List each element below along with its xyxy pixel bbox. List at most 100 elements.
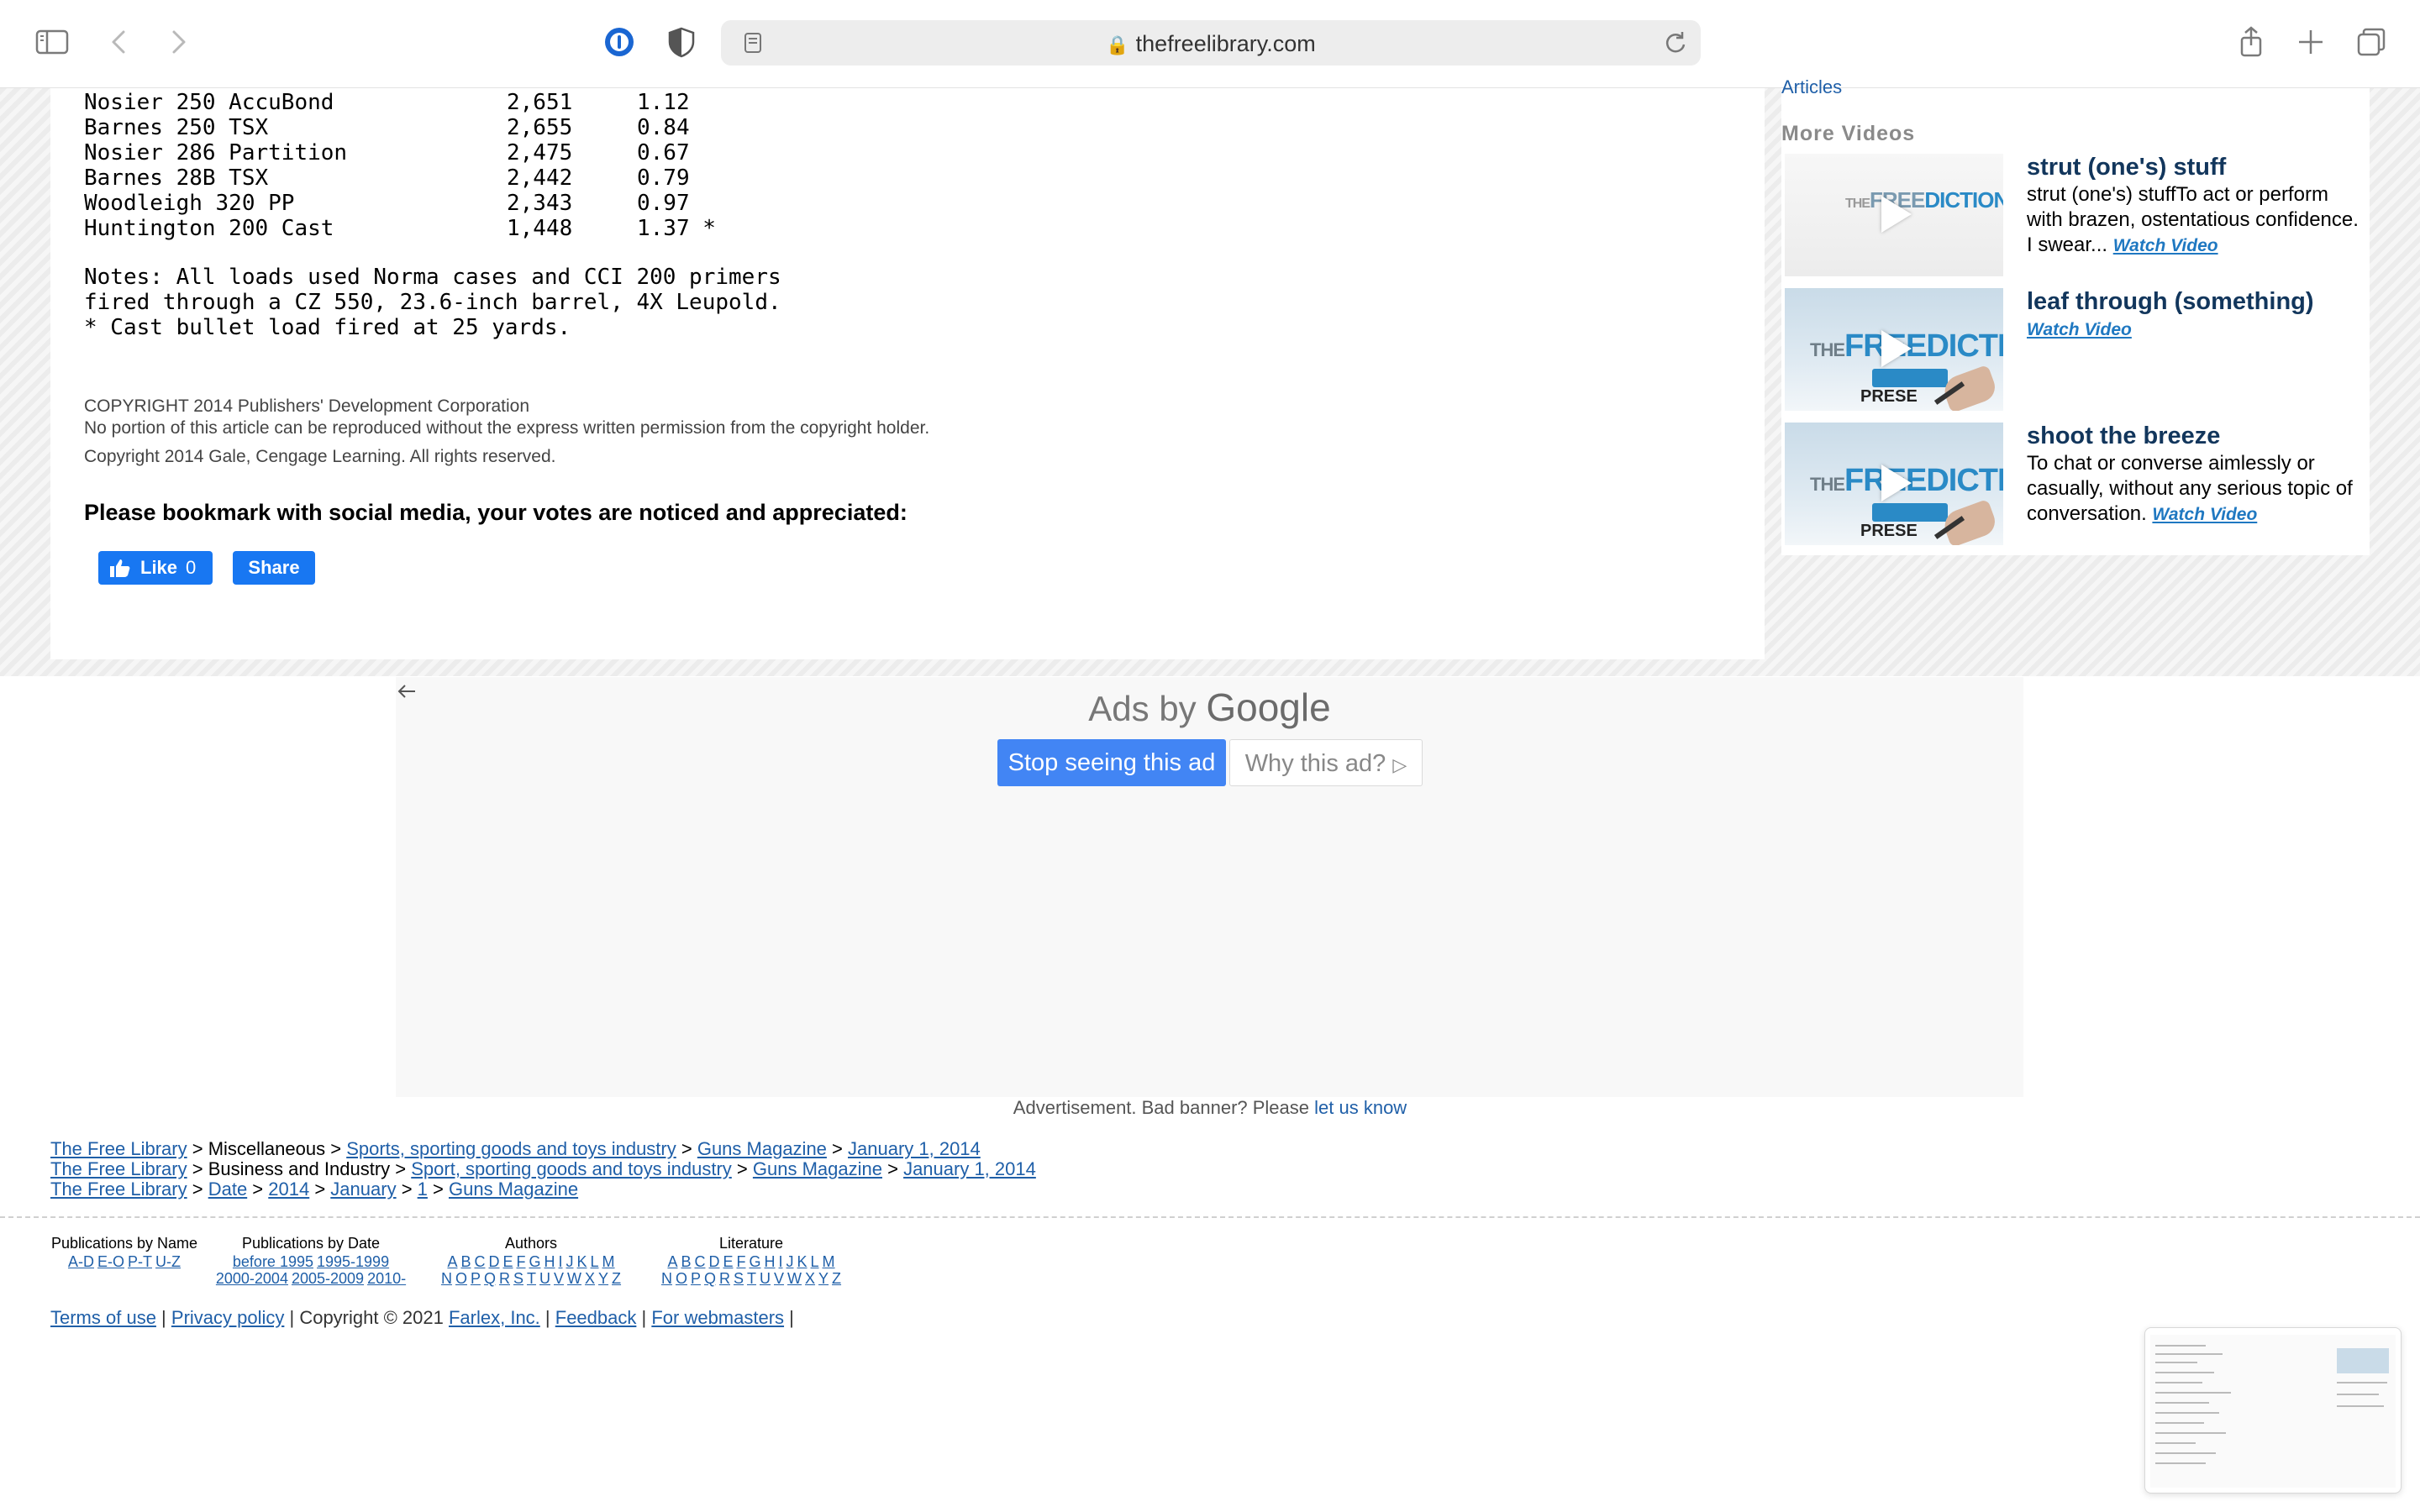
footer-letter-link[interactable]: H	[765, 1253, 776, 1270]
footer-index-link[interactable]: P-T	[128, 1253, 152, 1270]
footer-letter-link[interactable]: D	[708, 1253, 719, 1270]
terms-of-use-link[interactable]: Terms of use	[50, 1307, 156, 1328]
footer-letter-link[interactable]: X	[805, 1270, 815, 1287]
footer-letter-link[interactable]: N	[661, 1270, 672, 1287]
sidebar-articles-link[interactable]: Articles	[1781, 76, 1842, 93]
breadcrumb-link[interactable]: Sports, sporting goods and toys industry	[346, 1138, 676, 1159]
breadcrumb-link[interactable]: Date	[208, 1179, 247, 1200]
farlex-link[interactable]: Farlex, Inc.	[449, 1307, 540, 1328]
breadcrumb-link[interactable]: 2014	[268, 1179, 309, 1200]
breadcrumb-link[interactable]: 1	[418, 1179, 428, 1200]
footer-letter-link[interactable]: F	[516, 1253, 525, 1270]
new-tab-icon[interactable]	[2292, 24, 2329, 60]
facebook-like-button[interactable]: Like 0	[98, 551, 213, 585]
watch-video-link[interactable]: Watch Video	[2152, 505, 2257, 524]
footer-letter-link[interactable]: M	[823, 1253, 835, 1270]
footer-index-link[interactable]: 2005-2009	[292, 1270, 364, 1287]
breadcrumb-link[interactable]: January	[330, 1179, 396, 1200]
breadcrumb-link[interactable]: Guns Magazine	[697, 1138, 827, 1159]
video-title[interactable]: shoot the breeze	[2027, 423, 2220, 450]
footer-letter-link[interactable]: O	[455, 1270, 467, 1287]
footer-letter-link[interactable]: Z	[832, 1270, 841, 1287]
footer-letter-link[interactable]: I	[779, 1253, 783, 1270]
footer-letter-link[interactable]: C	[694, 1253, 705, 1270]
breadcrumb-link[interactable]: Guns Magazine	[449, 1179, 578, 1200]
breadcrumb-link[interactable]: The Free Library	[50, 1138, 187, 1159]
footer-letter-link[interactable]: Y	[818, 1270, 829, 1287]
breadcrumb-link[interactable]: The Free Library	[50, 1179, 187, 1200]
breadcrumb-link[interactable]: The Free Library	[50, 1158, 187, 1179]
footer-letter-link[interactable]: P	[691, 1270, 701, 1287]
footer-letter-link[interactable]: F	[736, 1253, 745, 1270]
stop-seeing-ad-button[interactable]: Stop seeing this ad	[997, 739, 1226, 786]
footer-letter-link[interactable]: L	[591, 1253, 599, 1270]
video-item[interactable]: THEFREEDICTIONARY PRESE leaf through (so…	[1785, 288, 2370, 414]
footer-letter-link[interactable]: Q	[704, 1270, 716, 1287]
video-thumbnail[interactable]: THEFREEDICTIONARY	[1785, 154, 2003, 276]
footer-letter-link[interactable]: Y	[598, 1270, 608, 1287]
footer-index-link[interactable]: before 1995	[233, 1253, 313, 1270]
footer-letter-link[interactable]: U	[760, 1270, 771, 1287]
footer-letter-link[interactable]: V	[554, 1270, 564, 1287]
footer-letter-link[interactable]: E	[723, 1253, 733, 1270]
sidebar-toggle-icon[interactable]	[34, 24, 71, 60]
footer-index-link[interactable]: E-O	[97, 1253, 124, 1270]
footer-letter-link[interactable]: Z	[612, 1270, 621, 1287]
page-minimap[interactable]	[2144, 1327, 2402, 1494]
back-arrow-icon[interactable]	[101, 24, 138, 60]
footer-letter-link[interactable]: J	[786, 1253, 794, 1270]
footer-letter-link[interactable]: T	[527, 1270, 536, 1287]
watch-video-link[interactable]: Watch Video	[2113, 236, 2218, 255]
video-thumbnail[interactable]: THEFREEDICTIONARY PRESE	[1785, 288, 2003, 411]
breadcrumb-link[interactable]: Guns Magazine	[753, 1158, 882, 1179]
why-this-ad-button[interactable]: Why this ad? ▷	[1229, 739, 1423, 786]
footer-letter-link[interactable]: E	[502, 1253, 513, 1270]
footer-letter-link[interactable]: P	[471, 1270, 481, 1287]
video-thumbnail[interactable]: THEFREEDICTIONARY PRESE	[1785, 423, 2003, 545]
address-bar[interactable]: 🔒 thefreelibrary.com	[721, 20, 1701, 66]
footer-index-link[interactable]: 2010-	[367, 1270, 406, 1287]
footer-letter-link[interactable]: L	[811, 1253, 819, 1270]
footer-letter-link[interactable]: M	[602, 1253, 615, 1270]
facebook-share-button[interactable]: Share	[233, 551, 315, 585]
let-us-know-link[interactable]: let us know	[1314, 1097, 1407, 1118]
footer-letter-link[interactable]: B	[460, 1253, 471, 1270]
video-title[interactable]: leaf through (something)	[2027, 288, 2314, 316]
footer-letter-link[interactable]: W	[567, 1270, 581, 1287]
footer-letter-link[interactable]: A	[667, 1253, 677, 1270]
footer-letter-link[interactable]: U	[539, 1270, 550, 1287]
privacy-policy-link[interactable]: Privacy policy	[171, 1307, 284, 1328]
footer-letter-link[interactable]: C	[474, 1253, 485, 1270]
breadcrumb-link[interactable]: January 1, 2014	[848, 1138, 981, 1159]
footer-letter-link[interactable]: G	[529, 1253, 540, 1270]
footer-letter-link[interactable]: H	[544, 1253, 555, 1270]
share-icon[interactable]	[2233, 24, 2270, 60]
footer-letter-link[interactable]: I	[559, 1253, 563, 1270]
footer-letter-link[interactable]: Q	[484, 1270, 496, 1287]
footer-index-link[interactable]: A-D	[68, 1253, 94, 1270]
breadcrumb-link[interactable]: January 1, 2014	[903, 1158, 1036, 1179]
footer-letter-link[interactable]: V	[774, 1270, 784, 1287]
feedback-link[interactable]: Feedback	[555, 1307, 637, 1328]
footer-letter-link[interactable]: O	[676, 1270, 687, 1287]
footer-letter-link[interactable]: D	[488, 1253, 499, 1270]
privacy-shield-icon[interactable]	[663, 24, 700, 60]
footer-letter-link[interactable]: G	[749, 1253, 760, 1270]
video-item[interactable]: THEFREEDICTIONARY strut (one's) stuff st…	[1785, 154, 2370, 280]
webmasters-link[interactable]: For webmasters	[651, 1307, 784, 1328]
footer-letter-link[interactable]: N	[441, 1270, 452, 1287]
footer-index-link[interactable]: 2000-2004	[216, 1270, 288, 1287]
video-item[interactable]: THEFREEDICTIONARY PRESE shoot the breeze…	[1785, 423, 2370, 549]
footer-letter-link[interactable]: A	[447, 1253, 457, 1270]
footer-letter-link[interactable]: X	[585, 1270, 595, 1287]
watch-video-link[interactable]: Watch Video	[2027, 320, 2132, 339]
password-manager-icon[interactable]	[601, 24, 638, 60]
footer-letter-link[interactable]: R	[499, 1270, 510, 1287]
footer-letter-link[interactable]: R	[719, 1270, 730, 1287]
footer-index-link[interactable]: 1995-1999	[317, 1253, 389, 1270]
breadcrumb-link[interactable]: Sport, sporting goods and toys industry	[411, 1158, 732, 1179]
footer-letter-link[interactable]: J	[566, 1253, 574, 1270]
video-title[interactable]: strut (one's) stuff	[2027, 154, 2226, 181]
footer-letter-link[interactable]: W	[787, 1270, 802, 1287]
footer-letter-link[interactable]: K	[577, 1253, 587, 1270]
